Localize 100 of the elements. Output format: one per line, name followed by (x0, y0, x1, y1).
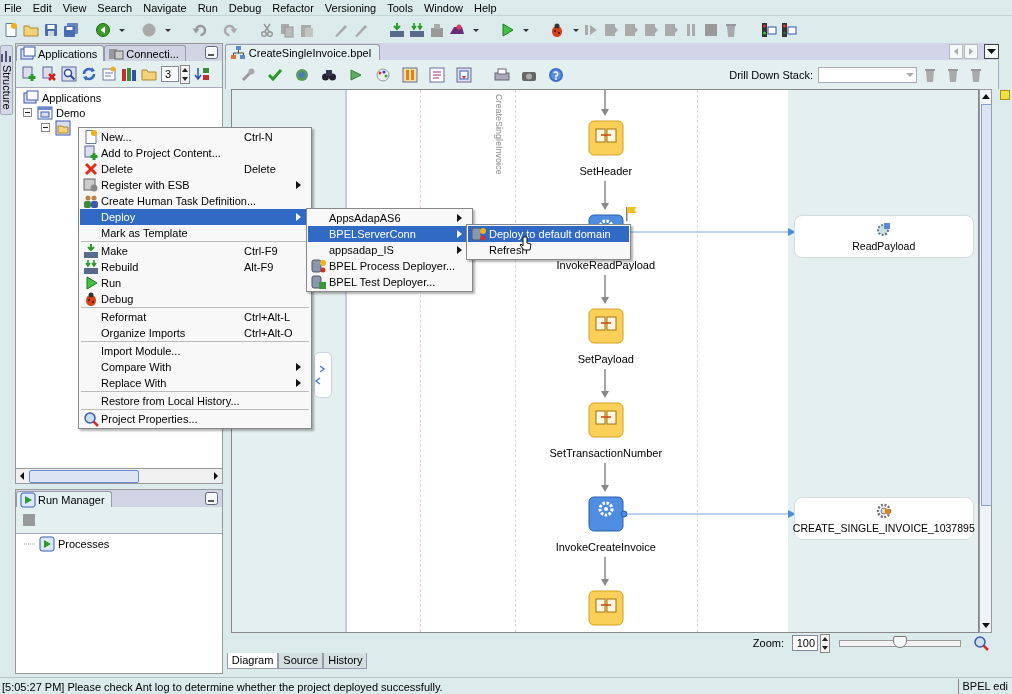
shortcut-text: Ctrl+Alt-L (244, 311, 292, 323)
menubar-item[interactable]: Refactor (268, 0, 321, 15)
save-all-icon[interactable] (63, 21, 79, 38)
tab-list-icon[interactable] (984, 44, 999, 59)
menu-item[interactable]: Compare With (80, 359, 310, 375)
collapse-icon[interactable] (41, 123, 50, 132)
menubar-item[interactable]: Versioning (320, 0, 384, 15)
slider-thumb[interactable] (893, 635, 907, 648)
menu-item[interactable]: Import Module... (80, 343, 310, 359)
minimize-icon[interactable] (203, 45, 219, 60)
menubar-item[interactable]: Search (93, 0, 140, 15)
step-icon[interactable] (623, 21, 639, 38)
zoom-fit-icon[interactable] (973, 635, 989, 651)
drill-down-combo[interactable] (818, 66, 917, 83)
traffic-light-icon[interactable] (781, 21, 797, 38)
check-icon[interactable] (266, 66, 283, 83)
collapse-icon[interactable] (23, 108, 32, 117)
menu-item[interactable]: Create Human Task Definition... (80, 193, 310, 209)
menu-item[interactable]: Run (80, 275, 310, 291)
stop-icon[interactable] (703, 21, 719, 38)
printer-icon[interactable] (493, 66, 510, 83)
scroll-left-icon[interactable] (949, 44, 963, 59)
panel-tab[interactable]: Applications (16, 45, 105, 61)
step-icon[interactable] (603, 21, 619, 38)
menubar-item[interactable]: Debug (224, 0, 269, 15)
new-file-icon[interactable] (3, 21, 19, 38)
menubar-item[interactable]: Tools (383, 0, 420, 15)
make-icon[interactable] (389, 21, 405, 38)
menu-item[interactable]: Register with ESB (80, 177, 310, 193)
library-icon[interactable] (121, 66, 137, 82)
menu-item[interactable]: BPEL Process Deployer... (308, 258, 471, 274)
scroll-right-icon[interactable] (964, 44, 978, 59)
stop-icon[interactable] (21, 512, 37, 528)
columns-toggle-icon[interactable] (401, 66, 418, 83)
frame-toggle-icon[interactable] (455, 66, 472, 83)
menubar-item[interactable]: Navigate (139, 0, 194, 15)
shortcut-text: Ctrl-F9 (244, 245, 279, 257)
trash-icon[interactable] (723, 21, 739, 38)
zoom-slider[interactable] (839, 639, 961, 647)
menu-item[interactable]: Delete Delete (80, 161, 310, 177)
tree-item[interactable]: Applications (42, 91, 102, 104)
step-icon[interactable] (663, 21, 679, 38)
copy-icon[interactable] (279, 21, 295, 38)
menu-item[interactable]: BPEL Test Deployer... (308, 274, 471, 290)
menu-item[interactable]: Organize Imports Ctrl+Alt-O (80, 325, 310, 341)
tree-item[interactable]: Processes (58, 537, 110, 550)
play-icon[interactable] (347, 66, 364, 83)
menu-item[interactable]: Restore from Local History... (80, 393, 310, 409)
menubar-item[interactable]: Help (470, 0, 504, 15)
trash-icon[interactable] (968, 66, 984, 83)
help-icon[interactable] (547, 66, 564, 83)
list-toggle-icon[interactable] (428, 66, 445, 83)
menu-item[interactable]: Reformat Ctrl+Alt-L (80, 309, 310, 325)
spinner-icon[interactable] (180, 64, 190, 84)
palette-icon[interactable] (374, 66, 391, 83)
add-project-icon[interactable] (21, 66, 37, 82)
menu-item[interactable]: Project Properties... (80, 411, 310, 427)
zoom-field[interactable]: 100 (792, 635, 818, 651)
horizontal-scrollbar[interactable] (16, 468, 222, 483)
panel-tab[interactable]: Connecti... (104, 45, 186, 61)
menu-item[interactable]: Debug (80, 291, 310, 307)
menubar-item[interactable]: Window (419, 0, 470, 15)
find-icon[interactable] (61, 66, 77, 82)
properties-icon (82, 411, 99, 427)
menubar-item[interactable]: File (0, 0, 29, 15)
cut-icon[interactable] (259, 21, 275, 38)
view-tab[interactable]: Source (278, 653, 324, 669)
structure-side-tab[interactable]: Structure (0, 45, 13, 115)
number-field[interactable]: 3 (161, 66, 179, 82)
traffic-light-icon[interactable] (761, 21, 777, 38)
menu-item[interactable]: Add to Project Content... (80, 145, 310, 161)
wrench-icon[interactable] (239, 66, 256, 83)
save-icon[interactable] (43, 21, 59, 38)
run-icon[interactable] (499, 21, 515, 38)
menu-item[interactable]: Rebuild Alt-F9 (80, 259, 310, 275)
menu-item[interactable]: Replace With (80, 375, 310, 391)
step-icon[interactable] (643, 21, 659, 38)
spinner-icon[interactable] (820, 633, 830, 653)
tree-item[interactable]: Demo (56, 106, 86, 119)
remove-icon[interactable] (41, 66, 57, 82)
menubar-item[interactable]: Run (193, 0, 225, 15)
menu-item[interactable]: AppsAdapAS6 (308, 210, 471, 226)
editor-tab[interactable]: CreateSingleInvoice.bpel (224, 44, 381, 60)
debug-icon[interactable] (549, 21, 565, 38)
drill-down-label: Drill Down Stack: (729, 68, 813, 81)
panel-tab[interactable]: Run Manager (16, 491, 112, 507)
rebuild-icon[interactable] (409, 21, 425, 38)
view-tab[interactable]: Diagram (226, 653, 279, 669)
menu-item[interactable]: New... Ctrl-N (80, 129, 310, 145)
menubar-item[interactable]: Edit (28, 0, 59, 15)
applications-icon (20, 45, 36, 62)
lane-handle-icon[interactable] (313, 352, 332, 398)
back-icon[interactable] (95, 21, 111, 38)
menu-item[interactable]: Make Ctrl-F9 (80, 243, 310, 259)
menu-item[interactable]: Mark as Template (80, 225, 310, 241)
minimize-icon[interactable] (203, 491, 219, 506)
sort-icon[interactable] (194, 66, 210, 82)
menu-item[interactable]: Deploy to default domain (468, 226, 629, 242)
menubar-item[interactable]: View (58, 0, 94, 15)
view-tab[interactable]: History (323, 653, 368, 669)
